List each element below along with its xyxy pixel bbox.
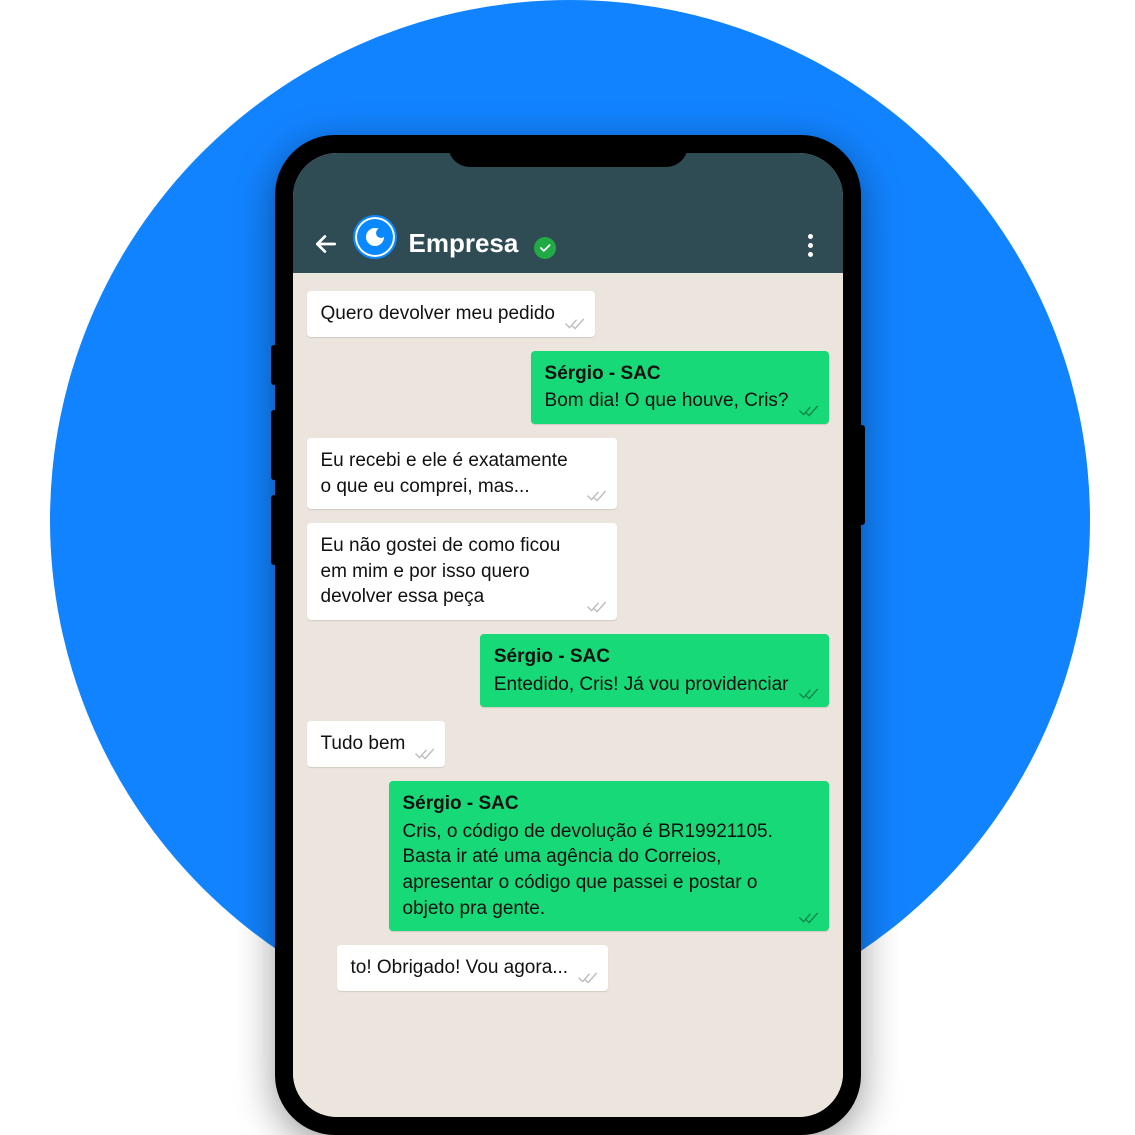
read-ticks-icon — [587, 489, 609, 503]
read-ticks-icon — [565, 317, 587, 331]
verified-badge-icon — [534, 237, 556, 259]
read-ticks-icon — [415, 747, 437, 761]
chat-bubble-incoming[interactable]: Eu recebi e ele é exatamente o que eu co… — [307, 438, 617, 509]
phone-notch — [448, 135, 688, 167]
message-text: Bom dia! O que houve, Cris? — [545, 390, 789, 411]
chat-bubble-incoming[interactable]: Quero devolver meu pedido — [307, 291, 595, 337]
message-text: to! Obrigado! Vou agora... — [351, 957, 569, 978]
read-ticks-icon — [799, 911, 821, 925]
phone-side-button — [271, 345, 277, 385]
chat-header: Empresa — [293, 153, 843, 273]
phone-frame: Empresa Quero devolver meu pedido Sérgio… — [275, 135, 861, 1135]
message-text: Quero devolver meu pedido — [321, 303, 555, 324]
chat-bubble-incoming[interactable]: to! Obrigado! Vou agora... — [337, 945, 609, 991]
message-sender: Sérgio - SAC — [403, 791, 789, 817]
message-sender: Sérgio - SAC — [494, 644, 789, 670]
back-icon[interactable] — [311, 229, 341, 259]
chat-bubble-outgoing[interactable]: Sérgio - SAC Bom dia! O que houve, Cris? — [531, 351, 829, 424]
chat-bubble-incoming[interactable]: Eu não gostei de como ficou em mim e por… — [307, 523, 617, 620]
phone-side-button — [271, 495, 277, 565]
chat-bubble-incoming[interactable]: Tudo bem — [307, 721, 446, 767]
message-text: Tudo bem — [321, 733, 406, 754]
chat-bubble-outgoing[interactable]: Sérgio - SAC Cris, o código de devolução… — [389, 781, 829, 931]
contact-name[interactable]: Empresa — [409, 228, 519, 259]
message-text: Entedido, Cris! Já vou providenciar — [494, 674, 789, 695]
message-text: Cris, o código de devolução é BR19921105… — [403, 821, 773, 919]
chat-bubble-outgoing[interactable]: Sérgio - SAC Entedido, Cris! Já vou prov… — [480, 634, 829, 707]
more-options-icon[interactable] — [797, 231, 825, 259]
message-sender: Sérgio - SAC — [545, 361, 789, 387]
message-text: Eu não gostei de como ficou em mim e por… — [321, 535, 561, 607]
chat-body[interactable]: Quero devolver meu pedido Sérgio - SAC B… — [293, 273, 843, 1117]
read-ticks-icon — [799, 687, 821, 701]
read-ticks-icon — [587, 600, 609, 614]
message-text: Eu recebi e ele é exatamente o que eu co… — [321, 450, 568, 497]
phone-side-button — [271, 410, 277, 480]
read-ticks-icon — [799, 404, 821, 418]
read-ticks-icon — [578, 971, 600, 985]
phone-side-button — [859, 425, 865, 525]
phone-screen: Empresa Quero devolver meu pedido Sérgio… — [293, 153, 843, 1117]
contact-avatar[interactable] — [353, 215, 397, 259]
